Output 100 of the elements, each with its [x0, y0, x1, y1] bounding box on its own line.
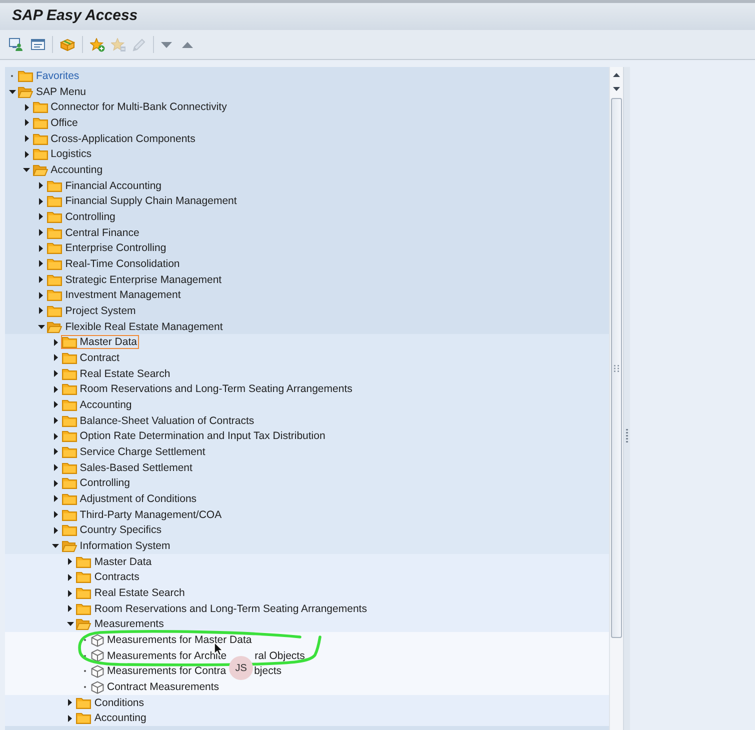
box-icon[interactable]	[60, 38, 75, 51]
caret-right-icon[interactable]	[54, 417, 58, 424]
tree-item[interactable]: Country Specifics	[60, 523, 164, 538]
folder-icon	[62, 414, 77, 427]
tree-item[interactable]: Accounting	[60, 398, 134, 412]
tree-item[interactable]: Investment Management	[46, 288, 183, 302]
folder-icon	[62, 352, 77, 364]
tree-item[interactable]: Accounting	[75, 711, 148, 726]
scrollbar-thumb[interactable]	[611, 98, 622, 638]
tree-item[interactable]: Financial Supply Chain Management	[46, 194, 239, 208]
tree-item[interactable]: Balance-Sheet Valuation of Contracts	[60, 414, 256, 428]
tree-item[interactable]: Third-Party Management/COA	[60, 508, 224, 522]
caret-right-icon[interactable]	[54, 448, 58, 456]
caret-right-icon[interactable]	[54, 386, 58, 393]
caret-right-icon[interactable]	[54, 338, 58, 346]
tree-item[interactable]: Service Charge Settlement	[60, 444, 208, 459]
tree-item[interactable]: Measurements for Contra	[90, 664, 228, 679]
tree-item[interactable]: Logistics	[32, 147, 94, 162]
tree-item[interactable]: Flexible Real Estate Management	[46, 320, 225, 334]
open-folder-icon	[62, 540, 77, 552]
tree-item[interactable]: Master Data	[75, 554, 154, 569]
caret-right-icon[interactable]	[39, 182, 44, 190]
folder-icon	[47, 289, 62, 302]
tree-item-label[interactable]: bjects	[254, 665, 282, 678]
open-folder-icon	[32, 164, 48, 176]
caret-right-icon[interactable]	[24, 150, 29, 158]
caret-right-icon[interactable]	[24, 119, 29, 126]
tree-item[interactable]: Contracts	[75, 570, 142, 584]
folder-icon	[47, 304, 62, 317]
tree-item[interactable]: Option Rate Determination and Input Tax Distribution	[60, 429, 328, 444]
tree-item[interactable]: Room Reservations and Long-Term Seating Arrangements	[75, 602, 369, 616]
tree-item[interactable]: Connector for Multi-Bank Connectivity	[32, 100, 229, 114]
star-plus-icon[interactable]	[90, 38, 105, 52]
caret-down-icon[interactable]	[8, 90, 16, 94]
scroll-up-icon[interactable]	[613, 73, 620, 77]
triangle-down-icon[interactable]	[161, 42, 172, 48]
screen-person-icon[interactable]	[9, 38, 23, 51]
tree-item[interactable]: Contract	[60, 350, 122, 365]
caret-down-icon[interactable]	[52, 544, 60, 548]
tree-item[interactable]: Central Finance	[46, 226, 142, 240]
caret-right-icon[interactable]	[54, 354, 58, 362]
folder-icon	[47, 210, 62, 223]
caret-right-icon[interactable]	[39, 244, 44, 252]
caret-right-icon[interactable]	[68, 590, 72, 596]
tree-item[interactable]: Controlling	[46, 210, 118, 224]
tree-item[interactable]: Strategic Enterprise Management	[46, 272, 224, 287]
caret-right-icon[interactable]	[54, 401, 58, 408]
tree-item[interactable]: Real Estate Search	[60, 366, 172, 381]
caret-right-icon[interactable]	[54, 480, 58, 487]
tree-item[interactable]: Financial Accounting	[46, 178, 164, 193]
caret-right-icon[interactable]	[54, 432, 58, 440]
tree-item[interactable]: Project System	[46, 304, 138, 318]
splitter-handle[interactable]	[623, 67, 630, 730]
tree-item[interactable]: Room Reservations and Long-Term Seating Arrangements	[60, 382, 354, 396]
tree-item[interactable]: Enterprise Controlling	[46, 241, 168, 256]
caret-right-icon[interactable]	[68, 574, 72, 581]
caret-right-icon[interactable]	[39, 198, 44, 205]
tree-item[interactable]: Accounting	[32, 162, 105, 177]
tree-item[interactable]: Master Data	[60, 335, 139, 350]
caret-right-icon[interactable]	[39, 229, 44, 236]
tree-item-label[interactable]: ral Objects	[254, 650, 305, 662]
tree-item[interactable]: Controlling	[60, 476, 132, 490]
caret-right-icon[interactable]	[54, 370, 58, 378]
tree-item[interactable]: Measurements	[75, 617, 166, 632]
caret-down-icon[interactable]	[23, 168, 30, 172]
tree-item[interactable]: Adjustment of Conditions	[60, 492, 199, 506]
caret-right-icon[interactable]	[39, 276, 44, 284]
folder-icon	[62, 383, 77, 396]
caret-right-icon[interactable]	[39, 307, 44, 314]
tree-item[interactable]: Information System	[60, 538, 172, 553]
tree-item[interactable]: Measurements for Archite	[90, 648, 229, 664]
caret-right-icon[interactable]	[68, 699, 72, 706]
tree-item[interactable]: Sales-Based Settlement	[60, 460, 194, 475]
tree-item[interactable]: Office	[32, 116, 80, 130]
caret-right-icon[interactable]	[24, 135, 29, 142]
caret-down-icon[interactable]	[66, 622, 74, 626]
caret-right-icon[interactable]	[54, 464, 58, 472]
window-list-icon[interactable]	[31, 39, 45, 50]
caret-right-icon[interactable]	[24, 104, 29, 111]
caret-down-icon[interactable]	[38, 324, 45, 329]
caret-right-icon[interactable]	[68, 605, 72, 612]
caret-right-icon[interactable]	[39, 260, 44, 268]
folder-icon	[47, 258, 62, 270]
tree-item[interactable]: Real Estate Search	[75, 586, 187, 600]
caret-right-icon[interactable]	[54, 526, 58, 534]
caret-right-icon[interactable]	[39, 292, 44, 299]
caret-right-icon[interactable]	[39, 213, 44, 220]
caret-right-icon[interactable]	[54, 511, 58, 518]
caret-right-icon[interactable]	[68, 558, 72, 566]
tree-item[interactable]: Cross-Application Components	[32, 132, 198, 146]
scroll-down-icon[interactable]	[613, 87, 620, 91]
tree-item[interactable]: SAP Menu	[17, 84, 88, 98]
tree-item[interactable]: Real-Time Consolidation	[46, 256, 182, 271]
tree-item[interactable]: Measurements for Master Data	[90, 632, 254, 648]
tree-item[interactable]: Favorites	[17, 68, 82, 83]
tree-item[interactable]: Conditions	[75, 696, 146, 710]
tree-item[interactable]: Contract Measurements	[90, 680, 222, 695]
caret-right-icon[interactable]	[68, 714, 72, 722]
triangle-up-icon[interactable]	[182, 42, 193, 48]
caret-right-icon[interactable]	[54, 495, 58, 502]
